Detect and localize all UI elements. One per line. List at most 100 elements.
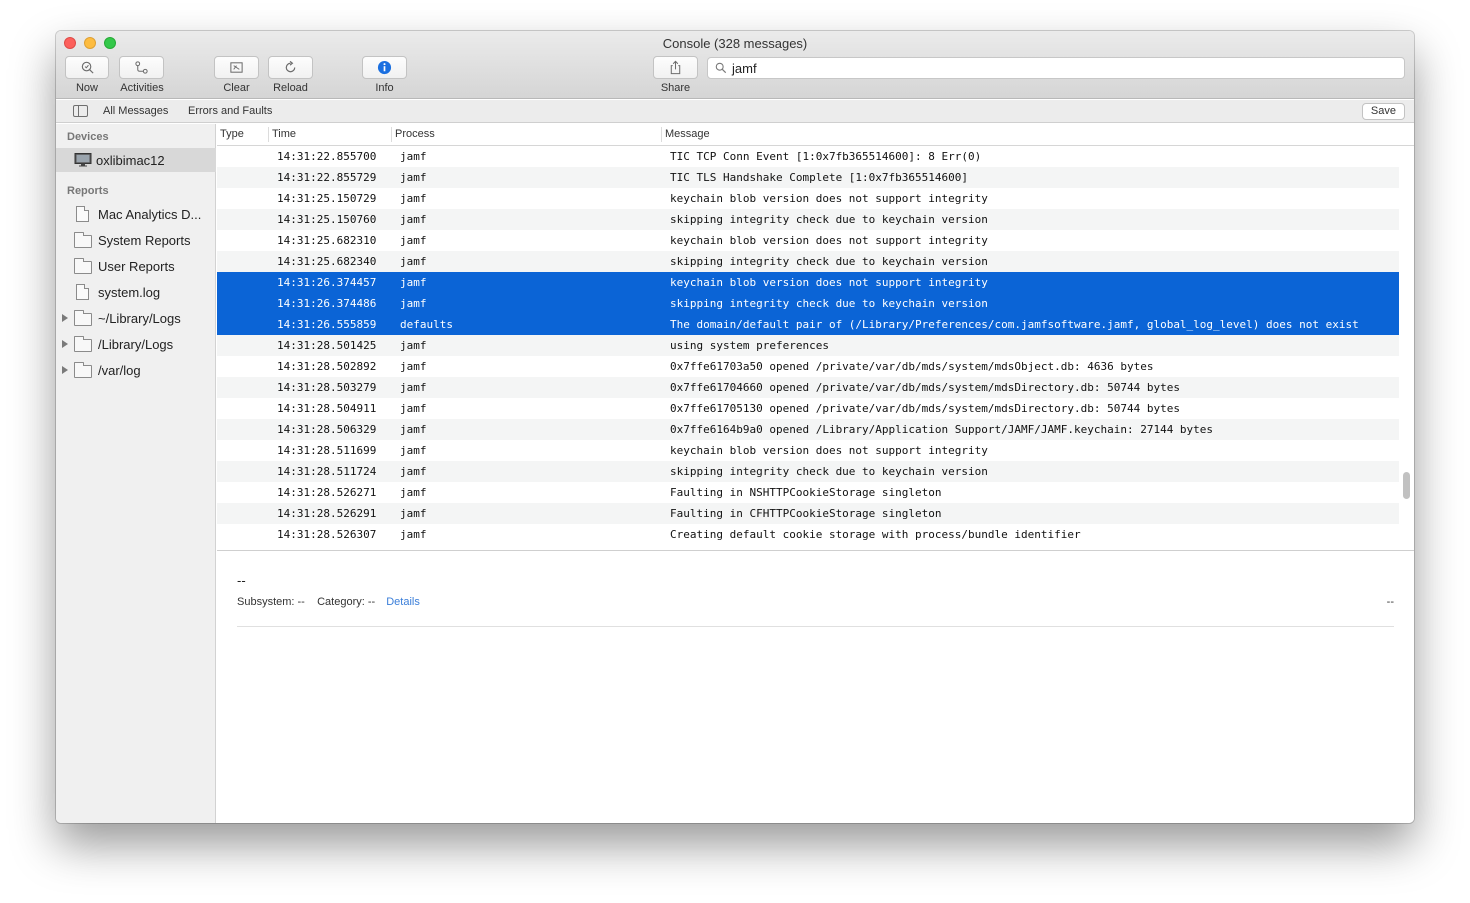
table-row[interactable]: 14:31:25.150729 jamf keychain blob version… [217, 188, 1399, 209]
table-row[interactable]: 14:31:28.501425 jamf using system preferen… [217, 335, 1399, 356]
row-message: Faulting in CFHTTPCookieStorage singleto… [670, 507, 942, 520]
row-time: 14:31:28.506329 [277, 423, 377, 436]
search-input[interactable]: jamf [732, 61, 757, 76]
activities-label: Activities [120, 82, 164, 94]
sidebar-item-library-logs[interactable]: /Library/Logs [56, 332, 216, 356]
document-icon [76, 206, 89, 222]
folder-icon [74, 336, 92, 352]
share-label: Share [660, 82, 691, 94]
details-link[interactable]: Details [386, 596, 420, 608]
table-row[interactable]: 14:31:26.374457 jamf keychain blob version… [217, 272, 1399, 293]
share-icon [670, 60, 681, 75]
sidebar-item-label: System Reports [98, 232, 191, 248]
row-process: jamf [400, 381, 427, 394]
column-divider[interactable] [391, 127, 392, 142]
column-divider[interactable] [268, 127, 269, 142]
sidebar-item-label: ~/Library/Logs [98, 310, 181, 326]
info-button[interactable] [362, 56, 407, 79]
errors-faults-filter[interactable]: Errors and Faults [188, 105, 272, 117]
device-label: oxlibimac12 [96, 152, 165, 168]
column-header-type[interactable]: Type [220, 128, 244, 140]
table-row[interactable]: 14:31:28.526271 jamf Faulting in NSHTTPCoo… [217, 482, 1399, 503]
details-right-value: -- [1386, 596, 1394, 608]
folder-icon [74, 232, 92, 248]
table-row[interactable]: 14:31:28.502892 jamf 0x7ffe61703a50 opened… [217, 356, 1399, 377]
row-process: jamf [400, 171, 427, 184]
save-button[interactable]: Save [1361, 103, 1405, 120]
table-row[interactable]: 14:31:28.511699 jamf keychain blob version… [217, 440, 1399, 461]
table-row[interactable]: 14:31:26.374486 jamf skipping integrity ch… [217, 293, 1399, 314]
reload-button[interactable] [268, 56, 313, 79]
table-row[interactable]: 14:31:25.150760 jamf skipping integrity ch… [217, 209, 1399, 230]
vertical-scrollbar[interactable] [1403, 472, 1410, 499]
row-message: TIC TLS Handshake Complete [1:0x7fb36551… [670, 171, 969, 184]
table-row[interactable]: 14:31:28.511724 jamf skipping integrity ch… [217, 461, 1399, 482]
sidebar-toggle-icon[interactable] [73, 105, 88, 117]
row-message: skipping integrity check due to keychain… [670, 255, 988, 268]
row-message: keychain blob version does not support i… [670, 276, 988, 289]
row-process: jamf [400, 486, 427, 499]
table-row[interactable]: 14:31:28.504911 jamf 0x7ffe61705130 opened… [217, 398, 1399, 419]
table-row[interactable]: 14:31:25.682340 jamf skipping integrity ch… [217, 251, 1399, 272]
sidebar-item-system-log[interactable]: system.log [56, 280, 216, 304]
sidebar-item-mac-analytics[interactable]: Mac Analytics D... [56, 202, 216, 226]
table-row[interactable]: 14:31:22.855700 jamf TIC TCP Conn Event [1… [217, 146, 1399, 167]
table-row[interactable]: 14:31:28.526291 jamf Faulting in CFHTTPCoo… [217, 503, 1399, 524]
sidebar-item-system-reports[interactable]: System Reports [56, 228, 216, 252]
row-time: 14:31:25.682340 [277, 255, 377, 268]
row-time: 14:31:28.501425 [277, 339, 377, 352]
sidebar-item-user-reports[interactable]: User Reports [56, 254, 216, 278]
info-label: Info [375, 82, 394, 94]
search-field[interactable]: jamf [707, 57, 1405, 79]
row-process: defaults [400, 318, 453, 331]
info-icon [377, 60, 392, 75]
sidebar: Devices oxlibimac12 Reports Mac Analytic… [56, 124, 216, 823]
table-row[interactable]: 14:31:28.526307 jamf Creating default cook… [217, 524, 1399, 545]
row-process: jamf [400, 213, 427, 226]
row-process: jamf [400, 297, 427, 310]
sidebar-item-label: User Reports [98, 258, 175, 274]
row-time: 14:31:25.150760 [277, 213, 377, 226]
folder-icon [74, 362, 92, 378]
folder-icon [74, 310, 92, 326]
reload-icon [285, 60, 296, 73]
activities-button[interactable] [119, 56, 164, 79]
clear-button[interactable] [214, 56, 259, 79]
disclosure-triangle-icon[interactable] [62, 340, 68, 348]
details-pane: -- Subsystem: -- Category: -- Details -- [217, 550, 1414, 823]
sidebar-item-user-library-logs[interactable]: ~/Library/Logs [56, 306, 216, 330]
row-time: 14:31:22.855729 [277, 171, 377, 184]
sidebar-item-label: /var/log [98, 362, 141, 378]
column-header-message[interactable]: Message [665, 128, 710, 140]
reports-header: Reports [67, 185, 109, 197]
row-message: keychain blob version does not support i… [670, 234, 988, 247]
row-message: 0x7ffe61703a50 opened /private/var/db/md… [670, 360, 1154, 373]
column-divider[interactable] [661, 127, 662, 142]
message-table: Type Time Process Message 14:31:22.85570… [217, 124, 1414, 550]
table-row[interactable]: 14:31:22.855729 jamf TIC TLS Handshake Com… [217, 167, 1399, 188]
sidebar-item-var-log[interactable]: /var/log [56, 358, 216, 382]
row-message: keychain blob version does not support i… [670, 192, 988, 205]
activities-icon [135, 61, 148, 74]
toolbar: Console (328 messages) Now Activities Cl… [56, 31, 1414, 99]
disclosure-triangle-icon[interactable] [62, 314, 68, 322]
details-divider [237, 626, 1394, 627]
table-row[interactable]: 14:31:28.506329 jamf 0x7ffe6164b9a0 opened… [217, 419, 1399, 440]
table-row[interactable]: 14:31:25.682310 jamf keychain blob version… [217, 230, 1399, 251]
column-header-time[interactable]: Time [272, 128, 296, 140]
row-process: jamf [400, 444, 427, 457]
column-header-process[interactable]: Process [395, 128, 435, 140]
row-message: The domain/default pair of (/Library/Pre… [670, 318, 1359, 331]
all-messages-filter[interactable]: All Messages [103, 105, 168, 117]
now-button[interactable] [65, 56, 109, 79]
row-message: Creating default cookie storage with pro… [670, 528, 1081, 541]
disclosure-triangle-icon[interactable] [62, 366, 68, 374]
sidebar-item-device[interactable]: oxlibimac12 [56, 148, 216, 172]
share-button[interactable] [653, 56, 698, 79]
row-time: 14:31:28.511724 [277, 465, 377, 478]
table-row[interactable]: 14:31:26.555859 defaults The domain/defaul… [217, 314, 1399, 335]
table-row[interactable]: 14:31:28.503279 jamf 0x7ffe61704660 opened… [217, 377, 1399, 398]
row-message: 0x7ffe6164b9a0 opened /Library/Applicati… [670, 423, 1214, 436]
row-process: jamf [400, 360, 427, 373]
row-process: jamf [400, 234, 427, 247]
